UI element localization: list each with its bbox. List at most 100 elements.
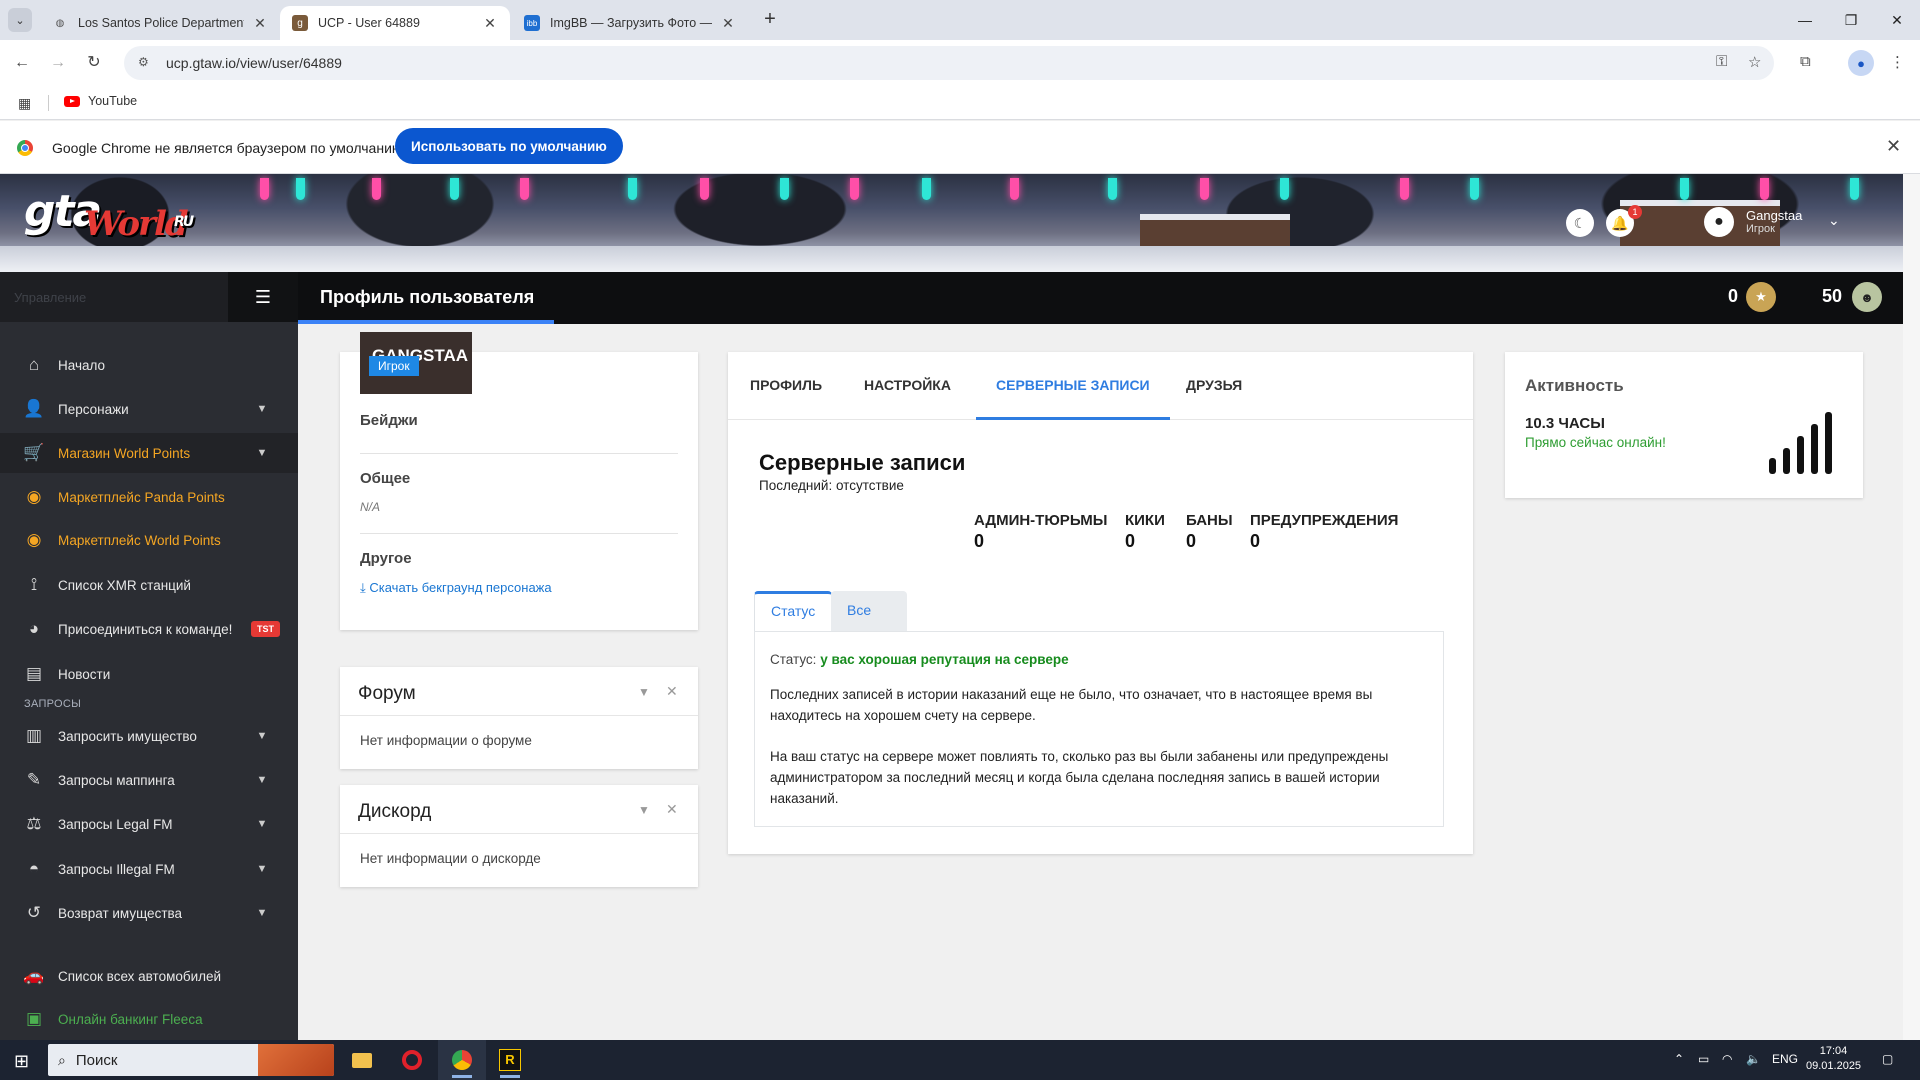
sidebar-item-illegal-fm[interactable]: ◓ Запросы Illegal FM ▼ <box>0 849 298 889</box>
browser-tab-ucp[interactable]: g UCP - User 64889 ✕ <box>280 6 510 40</box>
user-circle-icon: ◕ <box>28 619 40 638</box>
sidebar-item-request-property[interactable]: ▥ Запросить имущество ▼ <box>0 716 298 756</box>
tray-language[interactable]: ENG <box>1772 1052 1798 1066</box>
bookmark-youtube[interactable]: YouTube <box>64 94 137 108</box>
sidebar-item-join-team[interactable]: ◕ Присоединиться к команде! TST <box>0 609 298 649</box>
taskbar-clock[interactable]: 17:04 09.01.2025 <box>1806 1044 1861 1074</box>
password-key-icon[interactable]: ⚿ <box>1716 53 1727 70</box>
profile-tabs: ПРОФИЛЬ НАСТРОЙКА СЕРВЕРНЫЕ ЗАПИСИ ДРУЗЬ… <box>728 352 1473 420</box>
string-light <box>1470 178 1479 200</box>
sidebar-header: Управление ☰ <box>0 272 298 322</box>
bank-icon: ▣ <box>25 1009 43 1028</box>
sidebar-item-label: Присоединиться к команде! <box>58 621 233 637</box>
chevron-down-icon[interactable]: ⌄ <box>1828 212 1840 229</box>
url-omnibox[interactable]: ⚙ ucp.gtaw.io/view/user/64889 <box>124 46 1774 80</box>
string-light <box>850 178 859 200</box>
sidebar-item-xmr-stations[interactable]: ⟟ Список XMR станций <box>0 565 298 605</box>
collapse-caret-icon[interactable]: ▼ <box>638 685 650 699</box>
header-user-role: Игрок <box>1746 223 1775 235</box>
sidebar-item-label: Запросить имущество <box>58 728 197 744</box>
window-close-icon[interactable]: ✕ <box>1874 0 1920 40</box>
panda-points-icon: ★ <box>1746 282 1776 312</box>
sidebar-item-label: Новости <box>58 666 111 682</box>
subtab-status[interactable]: Статус <box>754 591 833 631</box>
bookmark-star-icon[interactable]: ☆ <box>1748 53 1761 71</box>
close-icon[interactable]: ✕ <box>252 15 268 32</box>
download-background-link[interactable]: ⤓ Скачать бекграунд персонажа <box>360 580 552 596</box>
windows-start-icon[interactable]: ⊞ <box>14 1051 29 1072</box>
taskbar-search-placeholder: Поиск <box>75 1051 118 1069</box>
sidebar-item-fleeca-banking[interactable]: ▣ Онлайн банкинг Fleeca <box>0 999 298 1039</box>
forward-icon[interactable]: → <box>46 51 70 75</box>
status-panel: Статус: у вас хорошая репутация на серве… <box>754 631 1444 827</box>
chrome-profile-icon[interactable]: ● <box>1848 50 1874 76</box>
restore-icon[interactable]: ❐ <box>1828 0 1874 40</box>
tray-display-icon[interactable]: ▭ <box>1698 1052 1709 1066</box>
sidebar-item-label: Онлайн банкинг Fleeca <box>58 1011 203 1027</box>
new-tab-button[interactable]: + <box>758 8 782 32</box>
header-user-name[interactable]: Gangstaa <box>1746 208 1802 223</box>
opera-icon[interactable] <box>388 1040 436 1080</box>
imgbb-icon: ibb <box>524 15 540 31</box>
tab-friends[interactable]: ДРУЗЬЯ <box>1186 352 1242 420</box>
reload-icon[interactable]: ↻ <box>82 51 106 75</box>
chrome-taskbar-icon[interactable] <box>438 1040 486 1080</box>
user-avatar-icon[interactable]: ● <box>1704 207 1734 237</box>
sidebar-item-mapping-requests[interactable]: ✎ Запросы маппинга ▼ <box>0 760 298 800</box>
extensions-icon[interactable]: ⧉ <box>1800 53 1811 70</box>
tray-volume-icon[interactable]: 🔈 <box>1746 1052 1761 1066</box>
chrome-menu-icon[interactable]: ⋮ <box>1890 53 1905 71</box>
close-icon[interactable]: ✕ <box>666 801 678 818</box>
default-browser-infobar: Google Chrome не является браузером по у… <box>0 121 1920 174</box>
main-content: GANGSTAA Игрок Бейджи Общее N/A Другое ⤓… <box>298 324 1903 1040</box>
tab-server-records[interactable]: СЕРВЕРНЫЕ ЗАПИСИ <box>976 352 1170 420</box>
hamburger-menu-icon[interactable]: ☰ <box>228 272 298 322</box>
banner-snow <box>0 246 1903 272</box>
gta-world-logo[interactable]: gta World RU <box>24 186 194 244</box>
tray-chevron-up-icon[interactable]: ⌃ <box>1674 1052 1684 1066</box>
taskbar-search[interactable]: ⌕ Поиск <box>48 1044 334 1076</box>
sidebar-item-label: Начало <box>58 357 106 373</box>
bookmarks-bar: ▦ YouTube <box>0 86 1920 120</box>
tab-title: UCP - User 64889 <box>318 16 420 30</box>
rockstar-launcher-icon[interactable]: R <box>486 1040 534 1080</box>
tab-profile[interactable]: ПРОФИЛЬ <box>750 352 822 420</box>
activity-card: Активность 10.3 ЧАСЫ Прямо сейчас онлайн… <box>1505 352 1863 498</box>
tray-wifi-icon[interactable]: ◠ <box>1722 1052 1732 1066</box>
close-icon[interactable]: ✕ <box>482 15 498 32</box>
apps-grid-icon[interactable]: ▦ <box>18 95 31 112</box>
string-light <box>1680 178 1689 200</box>
file-explorer-icon[interactable] <box>338 1040 386 1080</box>
subtab-all-records[interactable]: Все записи <box>831 591 908 656</box>
sidebar-item-world-points-shop[interactable]: 🛒 Магазин World Points ▼ <box>0 433 298 473</box>
tab-settings[interactable]: НАСТРОЙКА <box>864 352 951 420</box>
close-icon[interactable]: ✕ <box>720 15 736 32</box>
sidebar-item-world-marketplace[interactable]: ◉ Маркетплейс World Points <box>0 520 298 560</box>
collapse-caret-icon[interactable]: ▼ <box>638 803 650 817</box>
browser-tab-lspd[interactable]: ◍ Los Santos Police Department - ✕ <box>40 6 280 40</box>
set-default-button[interactable]: Использовать по умолчанию <box>395 128 623 164</box>
sidebar-item-news[interactable]: ▤ Новости <box>0 654 298 694</box>
sidebar-item-legal-fm[interactable]: ⚖ Запросы Legal FM ▼ <box>0 804 298 844</box>
back-icon[interactable]: ← <box>10 51 34 75</box>
sidebar-item-panda-marketplace[interactable]: ◉ Маркетплейс Panda Points <box>0 477 298 517</box>
sidebar-item-property-return[interactable]: ↺ Возврат имущества ▼ <box>0 893 298 933</box>
windows-taskbar: ⊞ ⌕ Поиск R ⌃ ▭ ◠ 🔈 ENG 17:04 09.01.2025… <box>0 1040 1920 1080</box>
browser-tab-imgbb[interactable]: ibb ImgBB — Загрузить Фото — Х ✕ <box>512 6 748 40</box>
sidebar-item-characters[interactable]: 👤 Персонажи ▼ <box>0 389 298 429</box>
minimize-icon[interactable]: — <box>1782 0 1828 40</box>
world-points-value: 50 <box>1822 286 1843 306</box>
close-icon[interactable]: ✕ <box>666 683 678 700</box>
page-scrollbar[interactable] <box>1903 174 1920 1040</box>
dark-mode-moon-icon[interactable]: ☾ <box>1566 209 1594 237</box>
sidebar-item-vehicles[interactable]: 🚗 Список всех автомобилей <box>0 956 298 996</box>
globe-icon: ◍ <box>55 17 65 29</box>
divider <box>340 833 698 834</box>
site-info-icon[interactable]: ⚙ <box>138 55 154 71</box>
notifications-center-icon[interactable]: ▢ <box>1882 1052 1893 1066</box>
string-light <box>296 178 305 200</box>
tab-search-icon[interactable]: ⌄ <box>8 8 32 32</box>
sidebar-item-home[interactable]: ⌂ Начало <box>0 345 298 385</box>
bookmark-separator <box>48 95 49 111</box>
infobar-close-icon[interactable]: ✕ <box>1886 136 1901 157</box>
